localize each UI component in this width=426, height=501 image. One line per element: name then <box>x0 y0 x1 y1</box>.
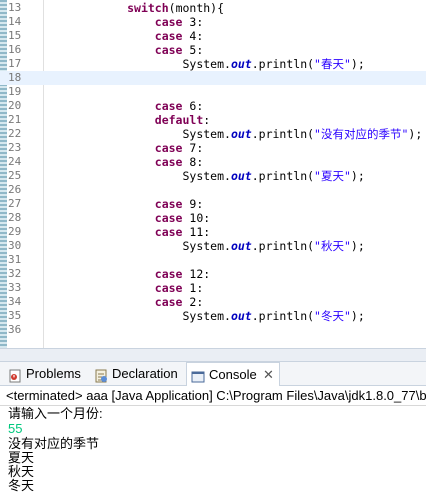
panel-separator[interactable] <box>0 348 426 362</box>
code-text: case 6: <box>154 99 204 113</box>
code-line: 17 System.out.println("春天"); <box>0 57 426 71</box>
code-text: case 1: <box>154 281 204 295</box>
code-line: 26 <box>0 183 426 197</box>
code-text: case 7: <box>154 141 204 155</box>
tab-problems[interactable]: Problems <box>8 362 88 386</box>
tab-console-label: Console <box>209 367 257 382</box>
code-line: 14 case 3: <box>0 15 426 29</box>
code-line: 31 <box>0 253 426 267</box>
tab-declaration[interactable]: Declaration <box>94 362 186 386</box>
line-number: 36 <box>8 323 22 336</box>
code-line: 28 case 10: <box>0 211 426 225</box>
line-number: 30 <box>8 239 22 252</box>
console-line: 没有对应的季节 <box>8 436 100 451</box>
code-line: 13 switch(month){ <box>0 1 426 15</box>
tab-console[interactable]: Console ✕ <box>186 362 280 386</box>
code-text: System.out.println("春天"); <box>182 57 365 71</box>
line-number: 14 <box>8 15 22 28</box>
code-line: 19 <box>0 85 426 99</box>
code-text: case 3: <box>154 15 204 29</box>
line-number: 25 <box>8 169 22 182</box>
code-text: System.out.println("夏天"); <box>182 169 365 183</box>
line-number: 27 <box>8 197 22 210</box>
code-line: 20 case 6: <box>0 99 426 113</box>
line-number: 18 <box>8 71 22 84</box>
code-line: 24 case 8: <box>0 155 426 169</box>
console-line: 冬天 <box>8 478 35 493</box>
line-number: 17 <box>8 57 22 70</box>
code-line: 29 case 11: <box>0 225 426 239</box>
console-icon <box>191 368 205 383</box>
code-text: switch(month){ <box>127 1 225 15</box>
declaration-icon <box>94 367 108 383</box>
line-number: 31 <box>8 253 22 266</box>
line-number: 29 <box>8 225 22 238</box>
code-line: 33 case 1: <box>0 281 426 295</box>
console-line: 夏天 <box>8 450 35 465</box>
code-text: case 11: <box>154 225 211 239</box>
code-text: case 8: <box>154 155 204 169</box>
line-number: 33 <box>8 281 22 294</box>
close-icon[interactable]: ✕ <box>263 363 274 387</box>
code-text: default: <box>154 113 211 127</box>
code-text: System.out.println("冬天"); <box>182 309 365 323</box>
line-number: 20 <box>8 99 22 112</box>
code-line: 25 System.out.println("夏天"); <box>0 169 426 183</box>
code-line: 36 <box>0 323 426 337</box>
line-number: 32 <box>8 267 22 280</box>
line-number: 26 <box>8 183 22 196</box>
bottom-panel-tabs: Problems Declaration Console ✕ <box>0 362 426 386</box>
code-line: 27 case 9: <box>0 197 426 211</box>
code-line: 30 System.out.println("秋天"); <box>0 239 426 253</box>
code-line: 22 System.out.println("没有对应的季节"); <box>0 127 426 141</box>
code-text: case 10: <box>154 211 211 225</box>
code-text: case 12: <box>154 267 211 281</box>
line-number: 34 <box>8 295 22 308</box>
code-text: case 9: <box>154 197 204 211</box>
code-line: 35 System.out.println("冬天"); <box>0 309 426 323</box>
code-line: 21 default: <box>0 113 426 127</box>
console-line: 秋天 <box>8 464 35 479</box>
code-text: case 5: <box>154 43 204 57</box>
line-number: 21 <box>8 113 22 126</box>
line-number: 22 <box>8 127 22 140</box>
problems-icon <box>8 367 22 383</box>
console-input-echo: 55 <box>8 421 23 436</box>
code-text: case 2: <box>154 295 204 309</box>
console-line: 请输入一个月份: <box>8 406 103 421</box>
code-line: 16 case 5: <box>0 43 426 57</box>
code-text: System.out.println("秋天"); <box>182 239 365 253</box>
line-number: 15 <box>8 29 22 42</box>
line-number: 24 <box>8 155 22 168</box>
code-line: 23 case 7: <box>0 141 426 155</box>
console-status: <terminated> aaa [Java Application] C:\P… <box>0 386 426 406</box>
code-editor[interactable]: 13 switch(month){14 case 3: 15 case 4: 16 … <box>0 0 426 348</box>
code-text: case 4: <box>154 29 204 43</box>
line-number: 16 <box>8 43 22 56</box>
line-number: 35 <box>8 309 22 322</box>
tab-declaration-label: Declaration <box>112 366 178 381</box>
code-line: 18 <box>0 71 426 85</box>
tab-problems-label: Problems <box>26 366 81 381</box>
code-line: 34 case 2: <box>0 295 426 309</box>
line-number: 13 <box>8 1 22 14</box>
console-view[interactable]: <terminated> aaa [Java Application] C:\P… <box>0 386 426 501</box>
line-number: 28 <box>8 211 22 224</box>
code-line: 15 case 4: <box>0 29 426 43</box>
code-text: System.out.println("没有对应的季节"); <box>182 127 423 141</box>
code-line: 32 case 12: <box>0 267 426 281</box>
line-number: 19 <box>8 85 22 98</box>
line-number: 23 <box>8 141 22 154</box>
